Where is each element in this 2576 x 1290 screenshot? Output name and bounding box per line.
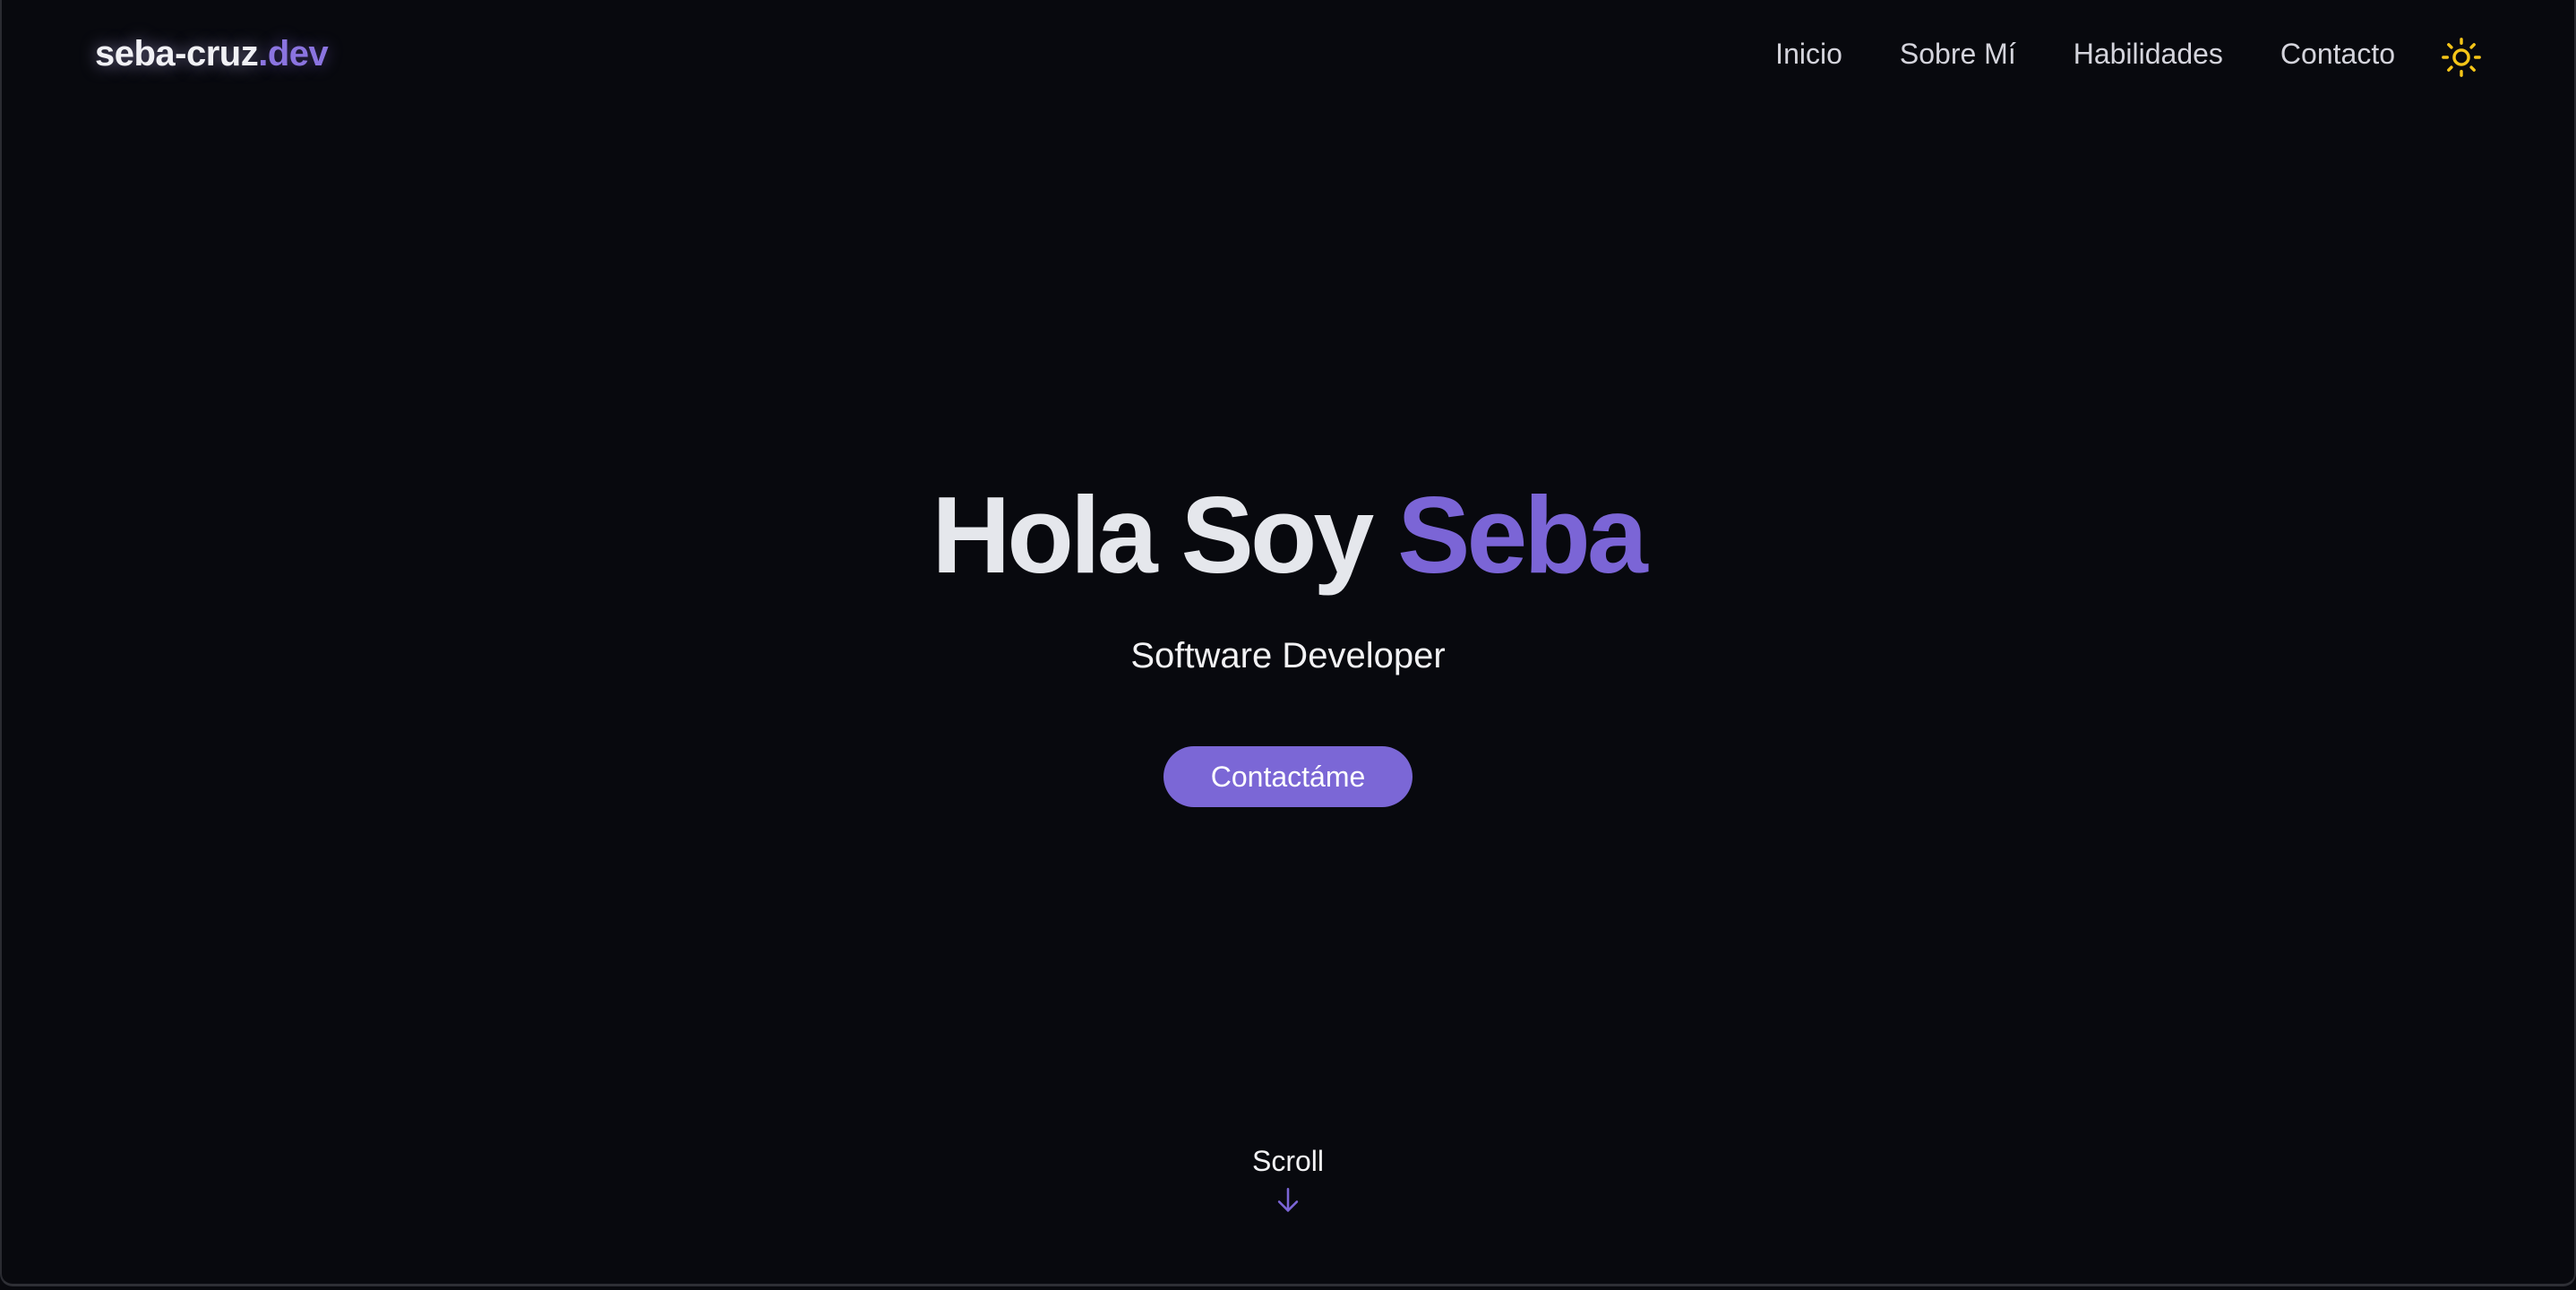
nav-links: Inicio Sobre Mí Habilidades Contacto: [1775, 38, 2395, 71]
nav-link-contacto[interactable]: Contacto: [2280, 38, 2395, 71]
logo-name: seba-cruz: [95, 34, 259, 73]
logo-suffix: .dev: [258, 34, 329, 73]
arrow-down-icon: [1277, 1187, 1299, 1212]
sun-icon: [2442, 38, 2481, 77]
navbar: seba-cruz.dev Inicio Sobre Mí Habilidade…: [2, 0, 2574, 115]
hero-subtitle: Software Developer: [1130, 636, 1446, 676]
hero-title: Hola Soy Seba: [2, 475, 2574, 595]
scroll-label: Scroll: [1251, 1145, 1324, 1177]
scroll-indicator[interactable]: Scroll: [2, 1145, 2574, 1216]
hero-name: Seba: [1397, 474, 1648, 596]
nav-link-sobre-mi[interactable]: Sobre Mí: [1900, 38, 2016, 71]
page-frame: seba-cruz.dev Inicio Sobre Mí Habilidade…: [0, 0, 2576, 1286]
contact-button[interactable]: Contactáme: [1163, 746, 1413, 808]
nav-link-habilidades[interactable]: Habilidades: [2074, 38, 2223, 71]
hero-section: Hola Soy Seba Software Developer Contact…: [2, 475, 2574, 808]
theme-toggle-button[interactable]: [2438, 34, 2485, 81]
nav-link-inicio[interactable]: Inicio: [1775, 38, 1842, 71]
hero-greeting: Hola Soy: [932, 474, 1374, 596]
site-logo[interactable]: seba-cruz.dev: [95, 34, 329, 74]
